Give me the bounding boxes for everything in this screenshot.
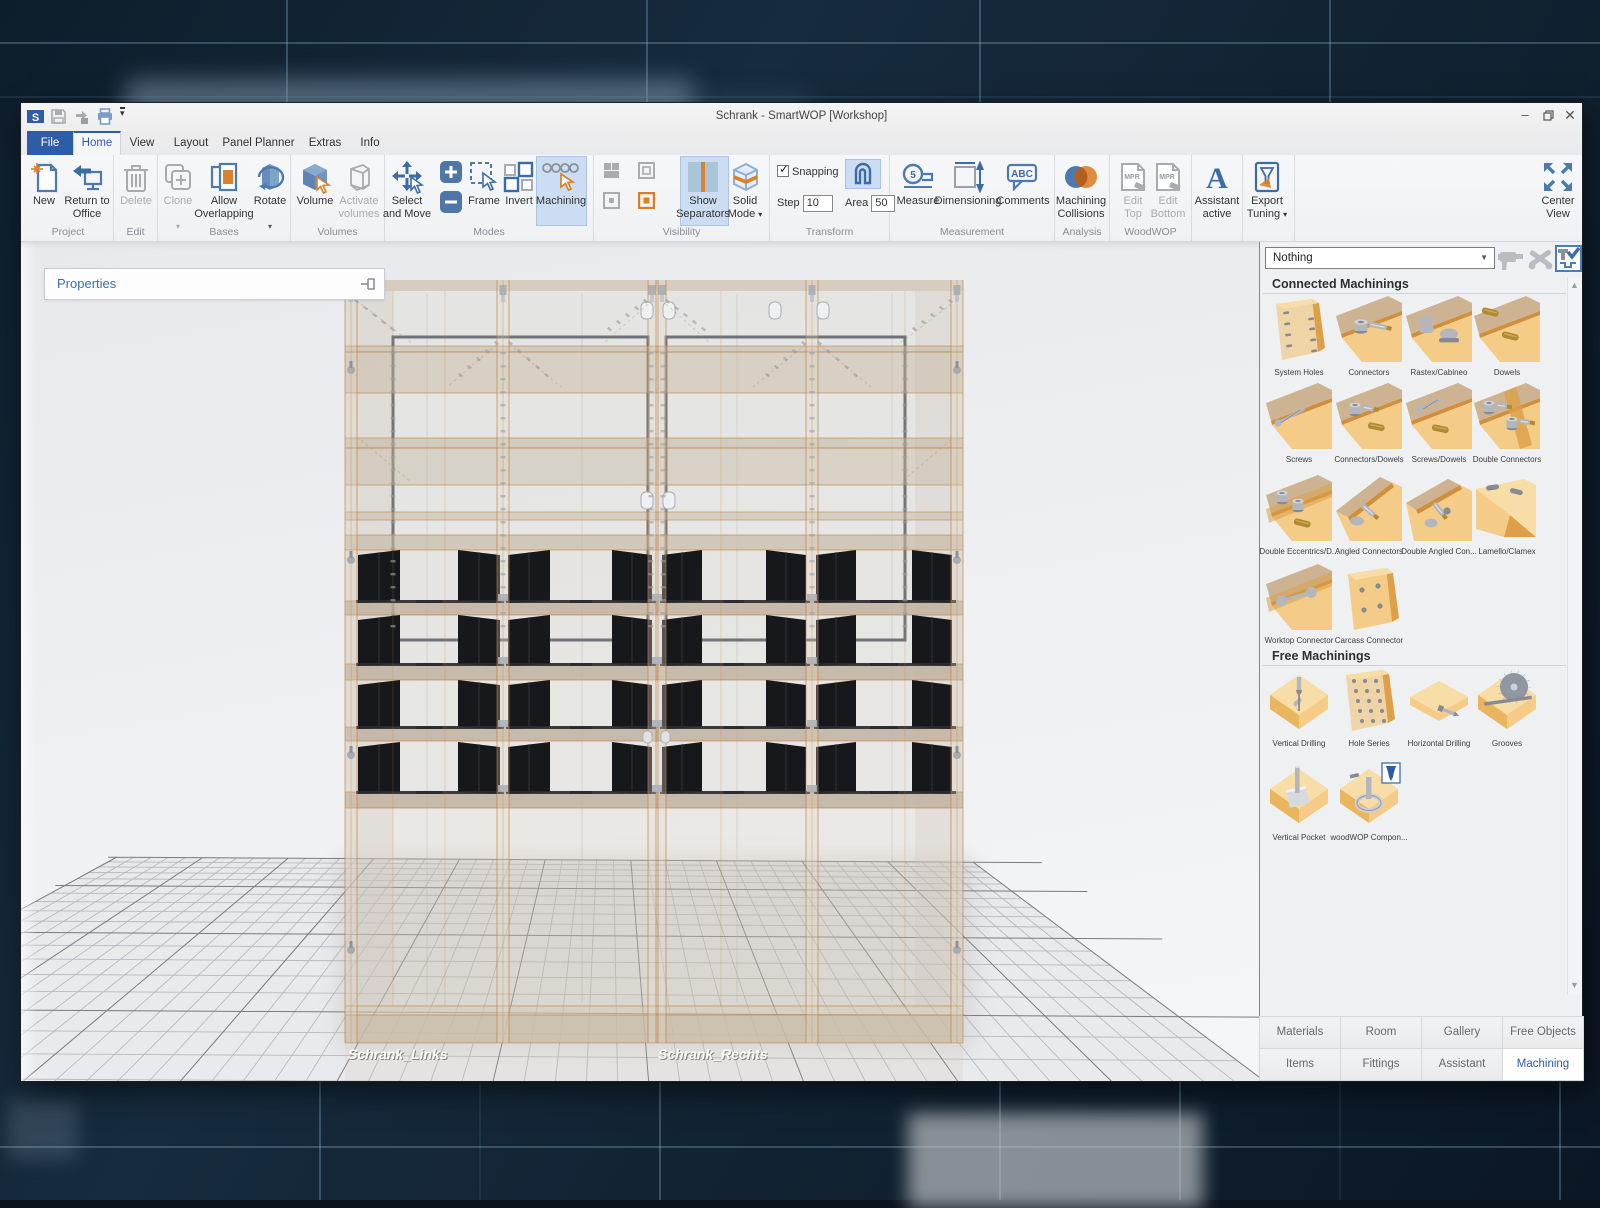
svg-text:Schrank_Rechts: Schrank_Rechts <box>658 1046 768 1062</box>
svg-text:MPR: MPR <box>1124 174 1140 181</box>
svg-text:A: A <box>1206 162 1228 193</box>
svg-text:5: 5 <box>910 170 916 181</box>
svg-text:MPR: MPR <box>1159 174 1175 181</box>
svg-text:Schrank_Links: Schrank_Links <box>348 1046 448 1062</box>
svg-text:ABC: ABC <box>1011 169 1033 180</box>
